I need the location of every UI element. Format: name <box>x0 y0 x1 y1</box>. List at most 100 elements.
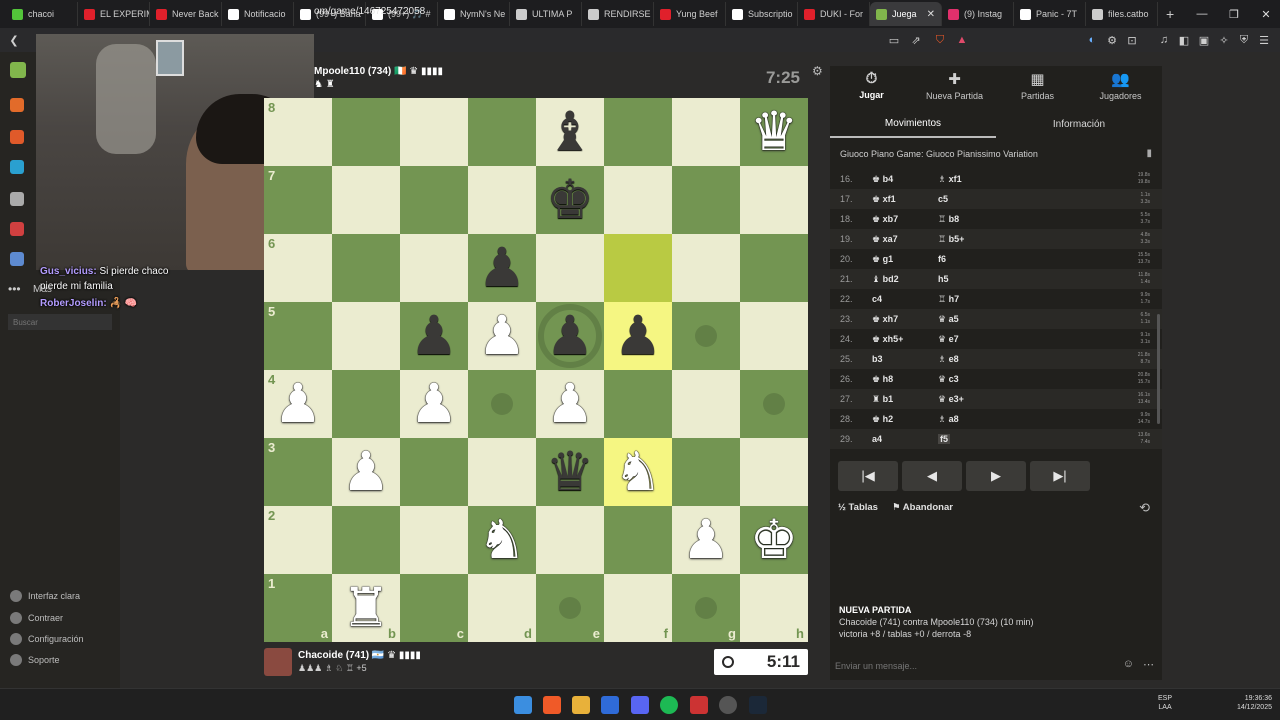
rewards-icon[interactable]: ▲ <box>954 32 970 48</box>
white-move[interactable]: ♚ h2 <box>872 414 893 425</box>
browser-tab[interactable]: ULTIMA P <box>510 2 582 26</box>
black-move[interactable]: ♛ e7 <box>938 334 959 345</box>
square-g1[interactable]: g <box>672 574 740 642</box>
maximize-button[interactable]: ❐ <box>1218 0 1250 28</box>
cast-icon[interactable]: ▭ <box>886 32 902 48</box>
white-move[interactable]: ♚ xb7 <box>872 214 898 225</box>
screenshot-icon[interactable]: ⊡ <box>1124 32 1140 48</box>
move-hint-dot[interactable] <box>695 597 717 619</box>
square-c4[interactable]: ♟ <box>400 370 468 438</box>
move-hint-dot[interactable] <box>491 393 513 415</box>
brave-icon[interactable] <box>543 696 561 714</box>
new-tab-button[interactable]: + <box>1166 6 1174 22</box>
square-d2[interactable]: ♞ <box>468 506 536 574</box>
black-move[interactable]: f6 <box>938 254 946 264</box>
browser-tab[interactable]: chacoi <box>6 2 78 26</box>
square-f5[interactable]: ♟ <box>604 302 672 370</box>
language-indicator[interactable]: ESP LAA <box>1158 694 1172 712</box>
square-a4[interactable]: 4 ♟ <box>264 370 332 438</box>
square-g5[interactable] <box>672 302 740 370</box>
square-f4[interactable] <box>604 370 672 438</box>
black-pawn-icon[interactable]: ♟ <box>410 302 458 370</box>
news-icon[interactable] <box>10 222 24 236</box>
square-f8[interactable] <box>604 98 672 166</box>
square-b4[interactable] <box>332 370 400 438</box>
square-b7[interactable] <box>332 166 400 234</box>
square-c3[interactable] <box>400 438 468 506</box>
tab-players[interactable]: 👥 Jugadores <box>1079 70 1162 101</box>
book-icon[interactable]: ▮ <box>1146 148 1152 159</box>
tab-new-game[interactable]: ✚ Nueva Partida <box>913 70 996 101</box>
square-c6[interactable] <box>400 234 468 302</box>
square-f7[interactable] <box>604 166 672 234</box>
chat-input[interactable] <box>830 654 1162 678</box>
black-move[interactable]: ♗ xf1 <box>938 174 962 185</box>
square-g7[interactable] <box>672 166 740 234</box>
square-d6[interactable]: ♟ <box>468 234 536 302</box>
opponent-name[interactable]: Mpoole110 (734) 🇮🇪 ♛ ▮▮▮▮ <box>314 66 443 77</box>
square-c8[interactable] <box>400 98 468 166</box>
steam-icon[interactable] <box>749 696 767 714</box>
square-e4[interactable]: ♟ <box>536 370 604 438</box>
white-move[interactable]: ♚ b4 <box>872 174 893 185</box>
move-hint-dot[interactable] <box>695 325 717 347</box>
minimize-button[interactable]: — <box>1186 0 1218 28</box>
white-pawn-icon[interactable]: ♟ <box>342 438 390 506</box>
browser-tab[interactable]: Yung Beef <box>654 2 726 26</box>
explorer-icon[interactable] <box>572 696 590 714</box>
player-name[interactable]: Chacoide (741) 🇦🇷 ♛ ▮▮▮▮ <box>298 650 421 661</box>
more-options-icon[interactable]: ⋯ <box>1143 658 1154 671</box>
black-bishop-icon[interactable]: ♝ <box>546 98 594 166</box>
square-c7[interactable] <box>400 166 468 234</box>
sidebar-search-input[interactable] <box>8 314 112 330</box>
url-text[interactable]: om/game/146725472058 <box>314 6 425 17</box>
square-h6[interactable] <box>740 234 808 302</box>
bing-icon[interactable] <box>601 696 619 714</box>
square-h1[interactable]: h <box>740 574 808 642</box>
first-move-button[interactable]: |◀ <box>838 461 898 491</box>
square-h8[interactable]: ♛ <box>740 98 808 166</box>
square-b3[interactable]: ♟ <box>332 438 400 506</box>
discord-icon[interactable] <box>631 696 649 714</box>
system-clock[interactable]: 19:36:36 14/12/2025 <box>1222 694 1272 712</box>
square-h2[interactable]: ♚ <box>740 506 808 574</box>
white-pawn-icon[interactable]: ♟ <box>546 370 594 438</box>
browser-tab[interactable]: DUKI - For <box>798 2 870 26</box>
black-move[interactable]: ♛ e3+ <box>938 394 964 405</box>
white-knight-icon[interactable]: ♞ <box>478 506 526 574</box>
white-queen-icon[interactable]: ♛ <box>750 98 798 166</box>
black-move[interactable]: ♗ e8 <box>938 354 959 365</box>
square-d8[interactable] <box>468 98 536 166</box>
square-d1[interactable]: d <box>468 574 536 642</box>
square-d5[interactable]: ♟ <box>468 302 536 370</box>
white-move[interactable]: ♚ xf1 <box>872 194 896 205</box>
draw-button[interactable]: ½ Tablas <box>838 502 878 513</box>
browser-tab[interactable]: Notificacio <box>222 2 294 26</box>
white-move[interactable]: ♚ xh5+ <box>872 334 903 345</box>
browser-tab[interactable]: EL EXPERIM <box>78 2 150 26</box>
square-g6[interactable] <box>672 234 740 302</box>
puzzles-icon[interactable] <box>10 130 24 144</box>
browser-tab[interactable]: (9) Instag <box>942 2 1014 26</box>
square-e7[interactable]: ♚ <box>536 166 604 234</box>
square-a3[interactable]: 3 <box>264 438 332 506</box>
ai-icon[interactable]: ✧ <box>1216 32 1232 48</box>
square-a5[interactable]: 5 <box>264 302 332 370</box>
browser-tab[interactable]: Subscriptio <box>726 2 798 26</box>
light-mode-item[interactable]: Interfaz clara <box>10 590 80 602</box>
white-pawn-icon[interactable]: ♟ <box>682 506 730 574</box>
square-a7[interactable]: 7 <box>264 166 332 234</box>
learn-icon[interactable] <box>10 160 24 174</box>
square-b2[interactable] <box>332 506 400 574</box>
settings-item[interactable]: Configuración <box>10 633 84 645</box>
collapse-item[interactable]: Contraer <box>10 612 63 624</box>
square-h5[interactable] <box>740 302 808 370</box>
black-move[interactable]: h5 <box>938 274 949 284</box>
black-move[interactable]: ♗ a8 <box>938 414 959 425</box>
browser-tab[interactable]: NymN's Ne <box>438 2 510 26</box>
black-move[interactable]: f5 <box>938 434 951 444</box>
square-d4[interactable] <box>468 370 536 438</box>
white-knight-icon[interactable]: ♞ <box>614 438 662 506</box>
flip-board-icon[interactable]: ⟲ <box>1139 500 1150 516</box>
support-item[interactable]: Soporte <box>10 654 60 666</box>
